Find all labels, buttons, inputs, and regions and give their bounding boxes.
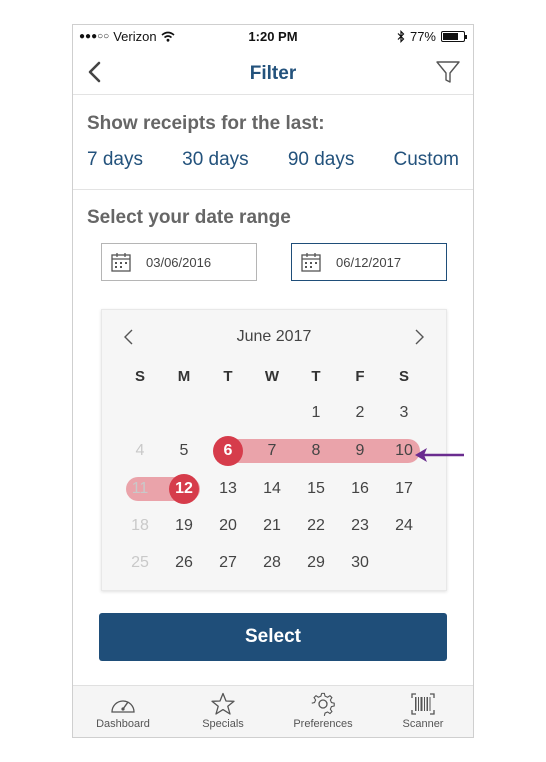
calendar: June 2017 S M T W T F S 1 2 3 4 5 6 7 8 9 10 11 12 13 14 15 16… [101,309,447,591]
annotation-arrow-icon [415,448,464,462]
calendar-day[interactable]: 17 [387,474,421,504]
page-title: Filter [249,63,297,84]
battery-fill [443,33,459,40]
calendar-day[interactable]: 2 [343,398,377,428]
nav-bar: Filter [73,51,473,95]
barcode-icon [411,693,435,715]
calendar-day[interactable]: 4 [123,436,157,466]
calendar-day[interactable]: 5 [167,436,201,466]
weekday-header: S [134,368,145,385]
option-30-days[interactable]: 30 days [182,149,249,171]
tab-label: Preferences [293,718,353,730]
calendar-day[interactable]: 8 [299,436,333,466]
gear-icon [311,692,335,716]
status-right: 77% [397,29,467,44]
calendar-day[interactable]: 7 [255,436,289,466]
next-month-icon[interactable] [412,328,426,346]
end-date-value: 06/12/2017 [336,254,402,270]
calendar-day[interactable]: 27 [211,548,245,578]
calendar-day[interactable]: 20 [211,511,245,541]
start-date-value: 03/06/2016 [146,254,212,270]
battery-percent: 77% [409,29,436,44]
tab-preferences[interactable]: Preferences [273,686,373,737]
calendar-day[interactable]: 30 [343,548,377,578]
calendar-day[interactable]: 18 [123,511,157,541]
calendar-day[interactable]: 29 [299,548,333,578]
tab-specials[interactable]: Specials [173,686,273,737]
calendar-day-selected[interactable]: 12 [167,474,201,504]
calendar-day[interactable]: 1 [299,398,333,428]
calendar-day[interactable]: 28 [255,548,289,578]
weekday-header: T [223,368,233,385]
calendar-day-selected[interactable]: 6 [211,436,245,466]
tab-dashboard[interactable]: Dashboard [73,686,173,737]
select-button[interactable]: Select [99,613,447,661]
weekday-header: S [398,368,409,385]
range-options: 7 days 30 days 90 days Custom [87,149,459,171]
option-90-days[interactable]: 90 days [288,149,355,171]
funnel-icon[interactable] [435,59,461,85]
status-bar: ●●●○○ Verizon 1:20 PM 77% [73,25,473,47]
calendar-day[interactable]: 25 [123,548,157,578]
tab-label: Scanner [402,718,444,730]
calendar-day[interactable]: 14 [255,474,289,504]
phone-screen: ●●●○○ Verizon 1:20 PM 77% Filter Show re… [72,24,474,738]
speedometer-icon [111,700,135,713]
calendar-day[interactable]: 19 [167,511,201,541]
calendar-day[interactable]: 26 [167,548,201,578]
calendar-day[interactable]: 3 [387,398,421,428]
weekday-header: M [177,368,191,385]
calendar-day[interactable]: 16 [343,474,377,504]
weekday-header: F [355,368,365,385]
option-custom[interactable]: Custom [394,149,459,171]
star-icon [211,692,235,715]
section-divider [73,189,473,190]
calendar-day[interactable]: 21 [255,511,289,541]
tab-label: Specials [202,718,244,730]
battery-icon [441,31,467,42]
date-range-label: Select your date range [87,207,291,228]
calendar-day[interactable]: 9 [343,436,377,466]
calendar-day[interactable]: 22 [299,511,333,541]
calendar-day[interactable]: 24 [387,511,421,541]
calendar-icon [111,253,131,272]
weekday-header: W [264,368,280,385]
receipts-label: Show receipts for the last: [87,113,325,134]
calendar-day[interactable]: 23 [343,511,377,541]
tab-bar: Dashboard Specials Preferences Scanner [73,685,473,737]
option-7-days[interactable]: 7 days [87,149,143,171]
tab-scanner[interactable]: Scanner [373,686,473,737]
calendar-month: June 2017 [236,328,312,345]
calendar-day[interactable]: 13 [211,474,245,504]
start-date-field[interactable]: 03/06/2016 [101,243,257,281]
calendar-icon [301,253,321,272]
calendar-day[interactable]: 11 [123,474,157,504]
weekday-header: T [311,368,321,385]
tab-label: Dashboard [96,718,150,730]
end-date-field[interactable]: 06/12/2017 [291,243,447,281]
calendar-day[interactable]: 15 [299,474,333,504]
bluetooth-icon [397,30,405,43]
